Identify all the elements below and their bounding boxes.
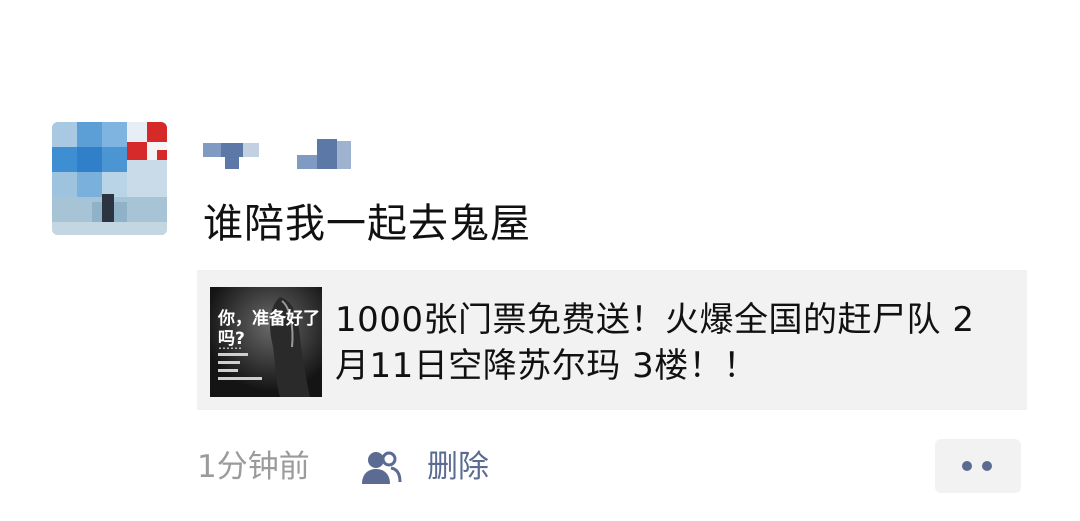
- more-button[interactable]: [935, 439, 1021, 493]
- moments-post: 谁陪我一起去鬼屋 你，准备好了吗? …… 1000张门票免费送！火爆全国的赶尸队…: [0, 0, 1080, 521]
- post-footer: 1分钟前 删除: [197, 439, 1027, 495]
- thumbnail-caption: ……: [218, 338, 242, 352]
- timestamp: 1分钟前: [197, 449, 310, 485]
- shared-link-card[interactable]: 你，准备好了吗? …… 1000张门票免费送！火爆全国的赶尸队 2月11日空降苏…: [197, 270, 1027, 410]
- delete-button[interactable]: 删除: [427, 447, 489, 487]
- more-dots-icon: [982, 461, 992, 471]
- more-dots-icon: [962, 461, 972, 471]
- people-icon[interactable]: [360, 450, 402, 486]
- nickname[interactable]: [203, 139, 353, 171]
- avatar[interactable]: [52, 122, 167, 235]
- post-text: 谁陪我一起去鬼屋: [203, 201, 531, 247]
- link-title: 1000张门票免费送！火爆全国的赶尸队 2月11日空降苏尔玛 3楼！！: [335, 300, 975, 386]
- link-thumbnail: 你，准备好了吗? ……: [210, 287, 322, 397]
